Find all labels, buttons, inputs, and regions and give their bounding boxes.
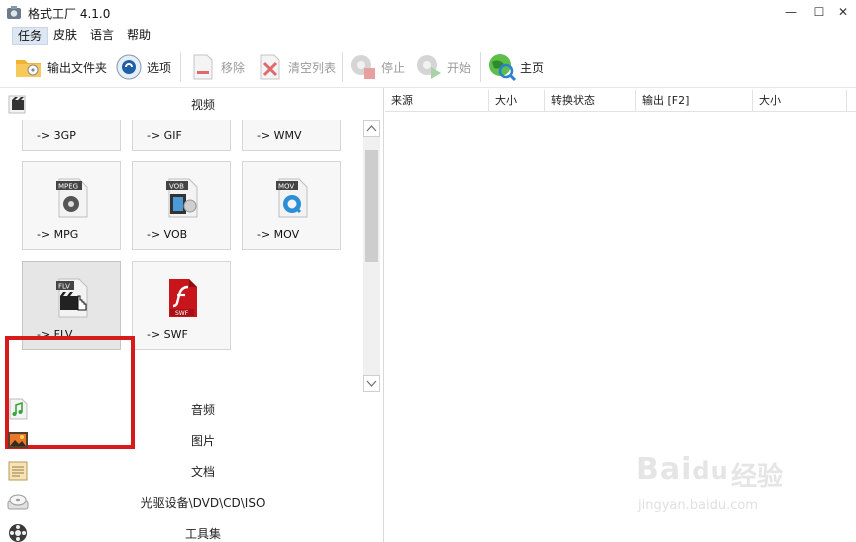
toolbar-separator xyxy=(180,52,181,82)
tile-label: -> GIF xyxy=(147,129,182,142)
home-label: 主页 xyxy=(520,60,545,75)
column-output[interactable]: 输出 [F2] xyxy=(636,90,753,112)
menu-language[interactable]: 语言 xyxy=(85,27,119,45)
file-badge: MOV xyxy=(278,183,294,191)
swf-file-icon: SWF xyxy=(169,279,197,317)
file-badge: MPEG xyxy=(58,183,78,191)
home-button[interactable]: 主页 xyxy=(487,52,544,82)
scroll-up-icon[interactable] xyxy=(363,120,380,137)
category-audio-label: 音频 xyxy=(190,403,215,417)
watermark-cn: 经验 xyxy=(731,462,784,492)
task-list-panel: 来源 大小 转换状态 输出 [F2] 大小 Baidu 经验 jingyan.b… xyxy=(385,88,856,542)
mpeg-file-icon: MPEG xyxy=(56,178,88,218)
menu-skin[interactable]: 皮肤 xyxy=(48,27,82,45)
mov-file-icon: MOV xyxy=(276,178,308,218)
vob-file-icon: VOB xyxy=(166,178,198,218)
maximize-icon[interactable]: ☐ xyxy=(808,3,830,21)
options-button[interactable]: 选项 xyxy=(114,52,171,82)
scroll-thumb[interactable] xyxy=(365,150,378,262)
tile-label: -> VOB xyxy=(147,228,188,241)
tile-label: -> 3GP xyxy=(37,129,76,142)
remove-icon xyxy=(193,54,213,80)
format-tile-3gp[interactable]: -> 3GP xyxy=(22,120,121,151)
options-label: 选项 xyxy=(147,60,172,75)
remove-button[interactable]: 移除 xyxy=(188,52,245,82)
app-icon xyxy=(7,6,21,19)
menu-bar: 任务 皮肤 语言 帮助 xyxy=(0,26,856,46)
flv-file-icon: FLV xyxy=(56,278,88,318)
folder-icon xyxy=(16,60,41,77)
format-tile-mpg[interactable]: MPEG -> MPG xyxy=(22,161,121,250)
close-icon[interactable]: ✕ xyxy=(832,3,854,21)
toolbar-separator xyxy=(480,52,481,82)
format-tile-wmv[interactable]: -> WMV xyxy=(242,120,341,151)
toolbar-separator xyxy=(342,52,343,82)
stop-icon xyxy=(351,55,375,79)
watermark-brand-a: Bai xyxy=(636,452,693,487)
category-document-label: 文档 xyxy=(190,465,215,479)
column-source[interactable]: 来源 xyxy=(385,90,489,112)
clear-list-button[interactable]: 清空列表 xyxy=(255,52,336,82)
category-audio[interactable]: 音频 xyxy=(0,393,384,424)
grid-scrollbar[interactable] xyxy=(363,120,380,392)
clear-list-icon xyxy=(260,54,280,80)
category-picture[interactable]: 图片 xyxy=(0,424,384,455)
home-icon xyxy=(489,54,517,82)
minimize-icon[interactable]: — xyxy=(780,3,802,21)
stop-label: 停止 xyxy=(381,60,406,75)
baidu-watermark: Baidu 经验 jingyan.baidu.com xyxy=(636,452,816,524)
remove-label: 移除 xyxy=(221,60,246,75)
format-tile-vob[interactable]: VOB -> VOB xyxy=(132,161,231,250)
toolbar: 输出文件夹 选项 移除 清空列表 停止 开始 主页 xyxy=(0,46,856,88)
start-label: 开始 xyxy=(447,60,472,75)
column-status[interactable]: 转换状态 xyxy=(545,90,636,112)
category-optical-label: 光驱设备\DVD\CD\ISO xyxy=(140,496,266,510)
category-optical[interactable]: 光驱设备\DVD\CD\ISO xyxy=(0,486,384,517)
column-output-size[interactable]: 大小 xyxy=(753,90,847,112)
file-badge: FLV xyxy=(58,283,70,291)
title-bar: 格式工厂 4.1.0 — ☐ ✕ xyxy=(0,0,856,26)
format-tile-gif[interactable]: -> GIF xyxy=(132,120,231,151)
tile-label: -> MPG xyxy=(37,228,79,241)
options-icon xyxy=(116,54,142,80)
task-table-header: 来源 大小 转换状态 输出 [F2] 大小 xyxy=(385,90,856,112)
category-document[interactable]: 文档 xyxy=(0,455,384,486)
file-badge: VOB xyxy=(169,183,184,191)
clear-list-label: 清空列表 xyxy=(288,60,337,75)
format-tile-swf[interactable]: SWF -> SWF xyxy=(132,261,231,350)
watermark-brand-b: du xyxy=(692,457,729,485)
watermark-brand: Baidu xyxy=(636,452,729,487)
category-picture-label: 图片 xyxy=(190,434,215,448)
tile-label: -> MOV xyxy=(257,228,300,241)
category-video[interactable]: 视频 xyxy=(0,88,384,119)
output-folder-button[interactable]: 输出文件夹 xyxy=(14,52,107,82)
column-size[interactable]: 大小 xyxy=(489,90,545,112)
category-video-label: 视频 xyxy=(190,98,215,112)
watermark-url: jingyan.baidu.com xyxy=(638,498,758,513)
output-folder-label: 输出文件夹 xyxy=(47,60,108,75)
category-tools-label: 工具集 xyxy=(184,527,221,541)
stop-button[interactable]: 停止 xyxy=(348,52,405,82)
file-badge: SWF xyxy=(175,310,189,317)
category-panel: 视频 -> 3GP -> GIF -> WMV MPEG -> MPG VOB … xyxy=(0,88,384,542)
start-icon xyxy=(417,55,441,79)
tile-label: -> WMV xyxy=(257,129,302,142)
tile-label: -> SWF xyxy=(147,328,188,341)
scroll-down-icon[interactable] xyxy=(363,375,380,392)
start-button[interactable]: 开始 xyxy=(414,52,471,82)
window-title: 格式工厂 4.1.0 xyxy=(28,7,111,21)
format-tile-mov[interactable]: MOV -> MOV xyxy=(242,161,341,250)
menu-help[interactable]: 帮助 xyxy=(122,27,156,45)
menu-task[interactable]: 任务 xyxy=(12,27,49,45)
category-tools[interactable]: 工具集 xyxy=(0,517,384,542)
